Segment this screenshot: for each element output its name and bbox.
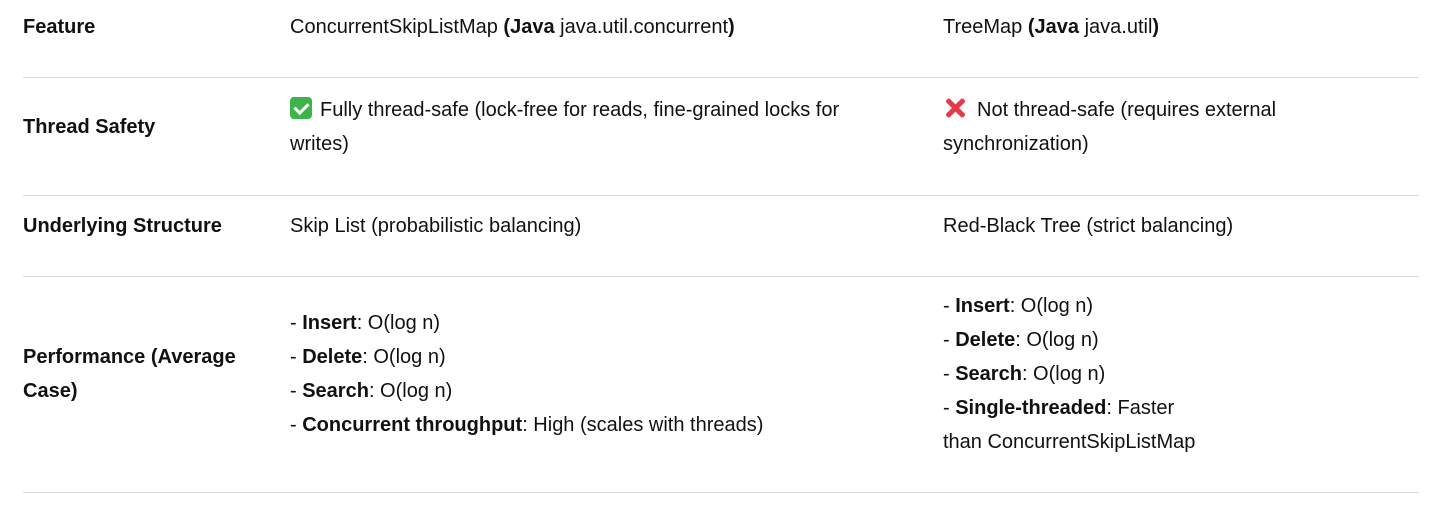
perf-value: : O(log n) [368,380,453,402]
header-col3-pkg: java.util [1079,16,1153,38]
header-col3-close: ) [1152,16,1160,38]
perf-value: : Faster [1106,397,1175,419]
comparison-table: Feature ConcurrentSkipListMap (Java java… [23,0,1419,493]
perf-key: Delete [302,346,363,368]
list-item: - Insert: O(log n) [290,306,910,340]
perf-key: Concurrent throughput [302,414,523,436]
perf-key: Insert [955,295,1010,317]
header-col3-lang: Java [1034,16,1080,38]
list-item: - Search: O(log n) [943,357,1343,391]
table-header-row: Feature ConcurrentSkipListMap (Java java… [23,0,1419,78]
structure-treemap: Red-Black Tree (strict balancing) [943,215,1234,237]
bullet-prefix: - [943,329,956,351]
table-row-performance: Performance (Average Case) - Insert: O(l… [23,277,1419,493]
perf-key: Single-threaded [955,397,1107,419]
header-col2-open: ( [497,16,511,38]
thread-safety-col3-line2: synchronization) [943,133,1089,155]
header-col2-name: ConcurrentSkipListMap [290,16,498,38]
list-item: - Concurrent throughput: High (scales wi… [290,408,910,442]
cross-icon [943,96,967,120]
bullet-prefix: - [290,414,303,436]
performance-label-line1: Performance (Average [23,346,236,368]
header-concurrentskiplistmap: ConcurrentSkipListMap (Java java.util.co… [290,10,910,44]
header-col2-lang: Java [510,16,555,38]
list-item: - Delete: O(log n) [943,323,1343,357]
header-col2-close: ) [728,16,735,38]
performance-treemap: - Insert: O(log n) - Delete: O(log n) - … [943,289,1343,459]
perf-key: Search [302,380,369,402]
perf-key: Insert [302,312,357,334]
list-item: - Search: O(log n) [290,374,910,408]
thread-safety-col2-line1: Fully thread-safe (lock-free for reads, … [320,99,840,121]
list-item: - Insert: O(log n) [943,289,1343,323]
bullet-prefix: - [290,346,303,368]
perf-key: Delete [955,329,1016,351]
thread-safety-treemap: Not thread-safe (requires external synch… [943,93,1343,161]
perf-value: : O(log n) [362,346,446,368]
check-icon [290,97,312,119]
structure-concurrentskiplistmap: Skip List (probabilistic balancing) [290,215,582,237]
list-item: - Delete: O(log n) [290,340,910,374]
header-col2-pkg: java.util.concurrent [554,16,729,38]
table-row-underlying-structure: Underlying Structure Skip List (probabil… [23,196,1419,277]
row-label-thread-safety: Thread Safety [23,116,156,138]
perf-value: : O(log n) [1009,295,1094,317]
row-label-performance: Performance (Average Case) [23,340,283,408]
row-label-underlying-structure: Underlying Structure [23,215,222,237]
perf-continuation: than ConcurrentSkipListMap [943,431,1196,453]
perf-value: : O(log n) [1021,363,1106,385]
thread-safety-concurrentskiplistmap: Fully thread-safe (lock-free for reads, … [290,93,910,161]
perf-value: : O(log n) [1015,329,1099,351]
perf-value: : O(log n) [356,312,441,334]
bullet-prefix: - [290,380,303,402]
list-item: - Single-threaded: Faster [943,391,1343,425]
performance-label-line2: Case) [23,380,78,402]
bullet-prefix: - [943,397,956,419]
header-col3-open: ( [1022,16,1035,38]
performance-concurrentskiplistmap: - Insert: O(log n) - Delete: O(log n) - … [290,306,910,442]
thread-safety-col3-line1: Not thread-safe (requires external [977,99,1277,121]
perf-value: : High (scales with threads) [522,414,764,436]
bullet-prefix: - [943,295,956,317]
header-col3-name: TreeMap [943,16,1023,38]
table-row-thread-safety: Thread Safety Fully thread-safe (lock-fr… [23,78,1419,196]
thread-safety-col2-line2: writes) [290,133,349,155]
bullet-prefix: - [290,312,303,334]
header-treemap: TreeMap (Java java.util) [943,10,1343,44]
perf-key: Search [955,363,1022,385]
bullet-prefix: - [943,363,956,385]
header-feature: Feature [23,16,96,38]
